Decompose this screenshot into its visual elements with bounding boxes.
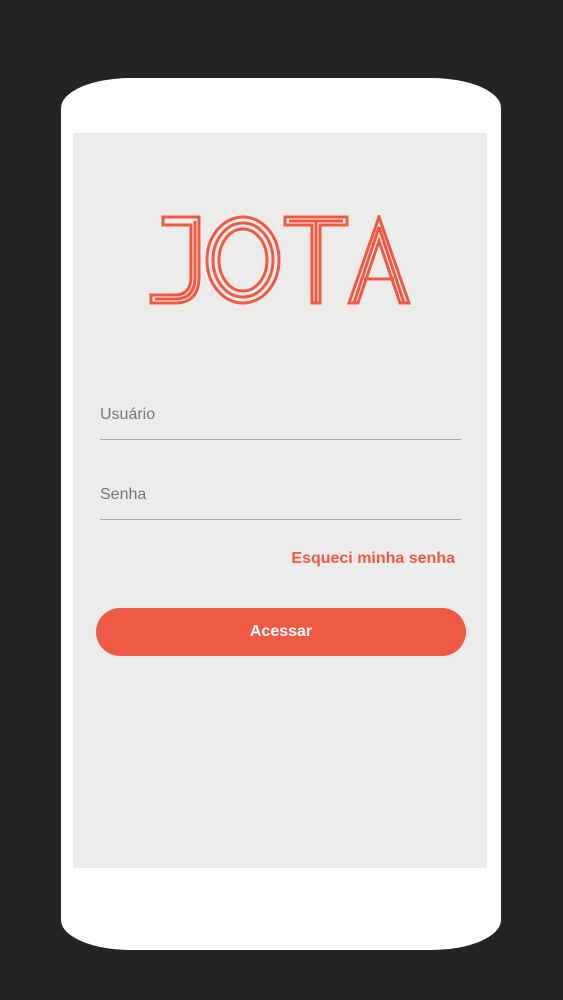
jota-logo [149, 215, 411, 305]
username-input[interactable] [100, 395, 461, 435]
forgot-password-link[interactable]: Esqueci minha senha [291, 550, 455, 568]
login-button[interactable]: Acessar [96, 608, 466, 656]
login-screen: Esqueci minha senha Acessar [73, 133, 487, 868]
password-input[interactable] [100, 475, 461, 515]
username-field[interactable] [100, 395, 461, 440]
password-field[interactable] [100, 475, 461, 520]
